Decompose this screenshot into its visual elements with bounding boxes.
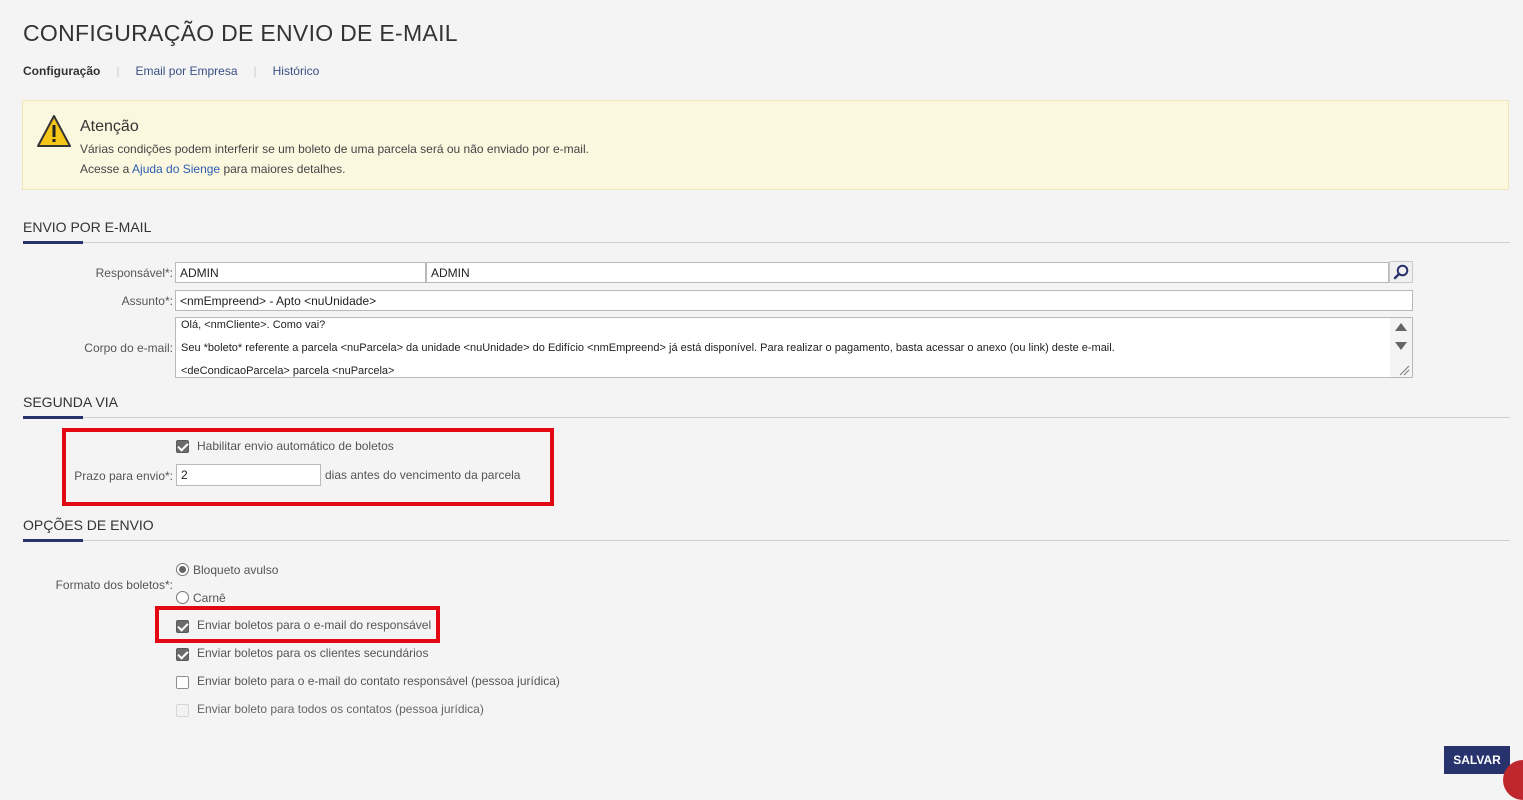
attention-alert: Atenção Várias condições podem interferi… — [22, 100, 1509, 190]
responsavel-label: Responsável*: — [95, 266, 173, 280]
enviar-todos-contatos-checkbox — [176, 704, 189, 717]
alert-help-text: Acesse a Ajuda do Sienge para maiores de… — [80, 162, 346, 176]
section-divider — [23, 539, 1510, 542]
section-title-opcoes-envio: OPÇÕES DE ENVIO — [23, 517, 154, 533]
assunto-label: Assunto*: — [121, 294, 173, 308]
alert-message: Várias condições podem interferir se um … — [80, 142, 589, 156]
corpo-line: Olá, <nmCliente>. Como vai? — [181, 319, 326, 331]
radio-bloqueto-avulso-label: Bloqueto avulso — [193, 563, 279, 577]
prazo-envio-input[interactable] — [176, 464, 321, 486]
section-title-segunda-via: SEGUNDA VIA — [23, 394, 118, 410]
corpo-line: <deCondicaoParcela> parcela <nuParcela> — [181, 365, 395, 377]
assunto-input[interactable] — [175, 290, 1413, 311]
tab-configuracao[interactable]: Configuração — [23, 64, 100, 78]
enviar-contato-responsavel-label: Enviar boleto para o e-mail do contato r… — [197, 674, 560, 688]
textarea-scrollbar[interactable] — [1390, 318, 1412, 377]
enviar-email-responsavel-label: Enviar boletos para o e-mail do responsá… — [197, 618, 432, 632]
section-title-envio-email: ENVIO POR E-MAIL — [23, 219, 152, 235]
responsavel-name-input[interactable] — [426, 262, 1389, 283]
enviar-email-responsavel-checkbox[interactable] — [176, 620, 189, 633]
enviar-contato-responsavel-checkbox[interactable] — [176, 676, 189, 689]
tab-historico[interactable]: Histórico — [273, 64, 320, 78]
prazo-envio-label: Prazo para envio*: — [74, 469, 173, 483]
enviar-clientes-secundarios-checkbox[interactable] — [176, 648, 189, 661]
scroll-down-icon[interactable] — [1395, 342, 1407, 350]
corpo-line: Seu *boleto* referente a parcela <nuParc… — [181, 342, 1115, 354]
responsavel-code-input[interactable] — [175, 262, 426, 283]
formato-boletos-label: Formato dos boletos*: — [55, 578, 173, 592]
enviar-clientes-secundarios-label: Enviar boletos para os clientes secundár… — [197, 646, 429, 660]
corpo-email-textarea[interactable]: Olá, <nmCliente>. Como vai? Seu *boleto*… — [175, 317, 1413, 378]
alert-help-prefix: Acesse a — [80, 162, 133, 176]
search-icon — [1393, 264, 1409, 280]
habilitar-envio-checkbox[interactable] — [176, 440, 189, 453]
tab-bar: Configuração | Email por Empresa | Histó… — [23, 64, 319, 78]
resize-handle-icon[interactable] — [1399, 365, 1410, 376]
scroll-up-icon[interactable] — [1395, 323, 1407, 331]
habilitar-envio-label: Habilitar envio automático de boletos — [197, 439, 394, 453]
page-title: CONFIGURAÇÃO DE ENVIO DE E-MAIL — [23, 20, 458, 46]
section-divider — [23, 241, 1510, 244]
section-divider — [23, 416, 1510, 419]
alert-help-suffix: para maiores detalhes. — [220, 162, 346, 176]
warning-icon — [37, 115, 71, 147]
save-button[interactable]: SALVAR — [1444, 746, 1510, 774]
prazo-envio-suffix: dias antes do vencimento da parcela — [325, 468, 521, 482]
tab-separator: | — [253, 64, 257, 78]
radio-carne[interactable] — [176, 591, 189, 604]
tab-email-por-empresa[interactable]: Email por Empresa — [135, 64, 237, 78]
alert-title: Atenção — [80, 118, 139, 135]
enviar-todos-contatos-label: Enviar boleto para todos os contatos (pe… — [197, 702, 484, 716]
help-link[interactable]: Ajuda do Sienge — [132, 162, 220, 176]
search-responsavel-button[interactable] — [1389, 261, 1413, 283]
radio-carne-label: Carnê — [193, 591, 226, 605]
corpo-email-label: Corpo do e-mail: — [84, 341, 173, 355]
radio-bloqueto-avulso[interactable] — [176, 563, 189, 576]
tab-separator: | — [116, 64, 120, 78]
